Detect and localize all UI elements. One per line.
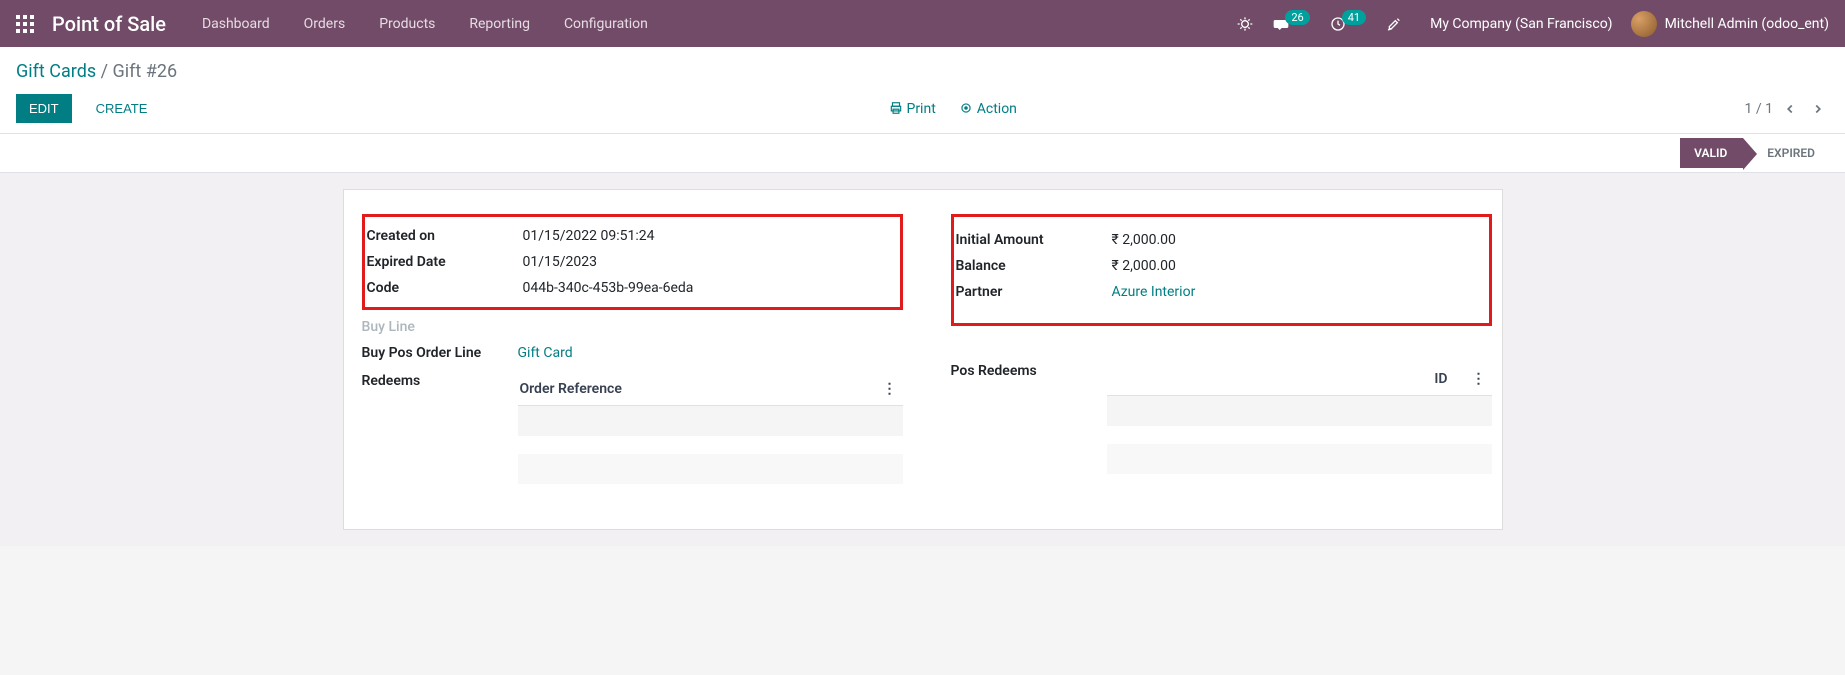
control-row: Edit Create Print Action 1 / 1 — [16, 94, 1829, 133]
create-button[interactable]: Create — [82, 95, 162, 122]
print-label: Print — [906, 101, 935, 117]
table-row — [518, 406, 903, 436]
pager-prev[interactable] — [1779, 102, 1801, 116]
breadcrumb-sep: / — [101, 61, 113, 82]
breadcrumb: Gift Cards / Gift #26 — [16, 61, 1829, 82]
company-selector[interactable]: My Company (San Francisco) — [1430, 16, 1612, 32]
label-buy-line: Buy Line — [362, 319, 518, 335]
label-expired-date: Expired Date — [367, 254, 523, 270]
messages-badge: 26 — [1285, 10, 1309, 25]
value-expired-date: 01/15/2023 — [523, 254, 598, 270]
right-column: Initial Amount ₹ 2,000.00 Balance ₹ 2,00… — [943, 214, 1492, 489]
field-pos-redeems: Pos Redeems ID ⋮ — [951, 358, 1492, 479]
avatar — [1631, 11, 1657, 37]
value-initial-amount: ₹ 2,000.00 — [1112, 232, 1176, 248]
nav-configuration[interactable]: Configuration — [564, 16, 648, 32]
table-row — [1107, 444, 1492, 474]
pos-redeems-rows — [1107, 396, 1492, 474]
action-label: Action — [977, 101, 1017, 117]
pager: 1 / 1 — [1745, 101, 1829, 117]
label-initial-amount: Initial Amount — [956, 232, 1112, 248]
label-buy-pos: Buy Pos Order Line — [362, 345, 518, 361]
form-grid: Created on 01/15/2022 09:51:24 Expired D… — [354, 214, 1492, 489]
col-id: ID — [1434, 371, 1447, 387]
table-row — [1107, 396, 1492, 426]
form-sheet: Created on 01/15/2022 09:51:24 Expired D… — [343, 189, 1503, 530]
pager-next[interactable] — [1807, 102, 1829, 116]
nav-reporting[interactable]: Reporting — [469, 16, 530, 32]
value-partner[interactable]: Azure Interior — [1112, 284, 1196, 300]
label-created-on: Created on — [367, 228, 523, 244]
center-actions: Print Action — [161, 101, 1744, 117]
redeems-kebab-icon[interactable]: ⋮ — [879, 381, 901, 397]
field-partner: Partner Azure Interior — [956, 279, 1487, 305]
value-created-on: 01/15/2022 09:51:24 — [523, 228, 655, 244]
main: Created on 01/15/2022 09:51:24 Expired D… — [0, 173, 1845, 546]
label-partner: Partner — [956, 284, 1112, 300]
redeems-rows — [518, 406, 903, 484]
field-initial-amount: Initial Amount ₹ 2,000.00 — [956, 227, 1487, 253]
action-dropdown[interactable]: Action — [959, 101, 1017, 117]
status-bar: VALID EXPIRED — [0, 134, 1845, 173]
field-buy-line: Buy Line — [362, 314, 903, 340]
activities-badge: 41 — [1342, 10, 1366, 25]
label-code: Code — [367, 280, 523, 296]
value-code: 044b-340c-453b-99ea-6eda — [523, 280, 694, 296]
breadcrumb-parent[interactable]: Gift Cards — [16, 61, 96, 82]
control-panel: Gift Cards / Gift #26 Edit Create Print … — [0, 47, 1845, 134]
apps-icon[interactable] — [16, 15, 34, 33]
brand-title[interactable]: Point of Sale — [52, 12, 166, 36]
tools-icon[interactable] — [1386, 16, 1402, 32]
debug-icon[interactable] — [1237, 16, 1253, 32]
value-buy-pos[interactable]: Gift Card — [518, 345, 573, 361]
edit-button[interactable]: Edit — [16, 94, 72, 123]
pos-redeems-table-head: ID ⋮ — [1107, 363, 1492, 396]
nav-products[interactable]: Products — [379, 16, 435, 32]
highlight-left: Created on 01/15/2022 09:51:24 Expired D… — [362, 214, 903, 310]
field-created-on: Created on 01/15/2022 09:51:24 — [367, 223, 898, 249]
field-code: Code 044b-340c-453b-99ea-6eda — [367, 275, 898, 301]
print-action[interactable]: Print — [889, 101, 939, 117]
col-order-reference: Order Reference — [520, 381, 879, 397]
breadcrumb-current: Gift #26 — [113, 61, 178, 82]
messages-icon[interactable]: 26 — [1273, 16, 1309, 32]
field-expired-date: Expired Date 01/15/2023 — [367, 249, 898, 275]
label-redeems: Redeems — [362, 373, 518, 389]
left-column: Created on 01/15/2022 09:51:24 Expired D… — [354, 214, 903, 489]
user-menu[interactable]: Mitchell Admin (odoo_ent) — [1631, 11, 1829, 37]
pager-text: 1 / 1 — [1745, 101, 1773, 117]
label-balance: Balance — [956, 258, 1112, 274]
label-pos-redeems: Pos Redeems — [951, 363, 1107, 379]
redeems-table-head: Order Reference ⋮ — [518, 373, 903, 406]
nav-orders[interactable]: Orders — [304, 16, 346, 32]
status-valid[interactable]: VALID — [1680, 138, 1743, 168]
field-redeems: Redeems Order Reference ⋮ — [362, 368, 903, 489]
topbar: Point of Sale Dashboard Orders Products … — [0, 0, 1845, 47]
field-balance: Balance ₹ 2,000.00 — [956, 253, 1487, 279]
pos-redeems-kebab-icon[interactable]: ⋮ — [1468, 371, 1490, 387]
activities-icon[interactable]: 41 — [1330, 16, 1366, 32]
field-buy-pos-order-line: Buy Pos Order Line Gift Card — [362, 340, 903, 366]
highlight-right: Initial Amount ₹ 2,000.00 Balance ₹ 2,00… — [951, 214, 1492, 326]
value-balance: ₹ 2,000.00 — [1112, 258, 1176, 274]
nav-dashboard[interactable]: Dashboard — [202, 16, 270, 32]
status-pill: VALID EXPIRED — [1680, 138, 1829, 168]
user-name: Mitchell Admin (odoo_ent) — [1665, 16, 1829, 32]
table-row — [518, 454, 903, 484]
